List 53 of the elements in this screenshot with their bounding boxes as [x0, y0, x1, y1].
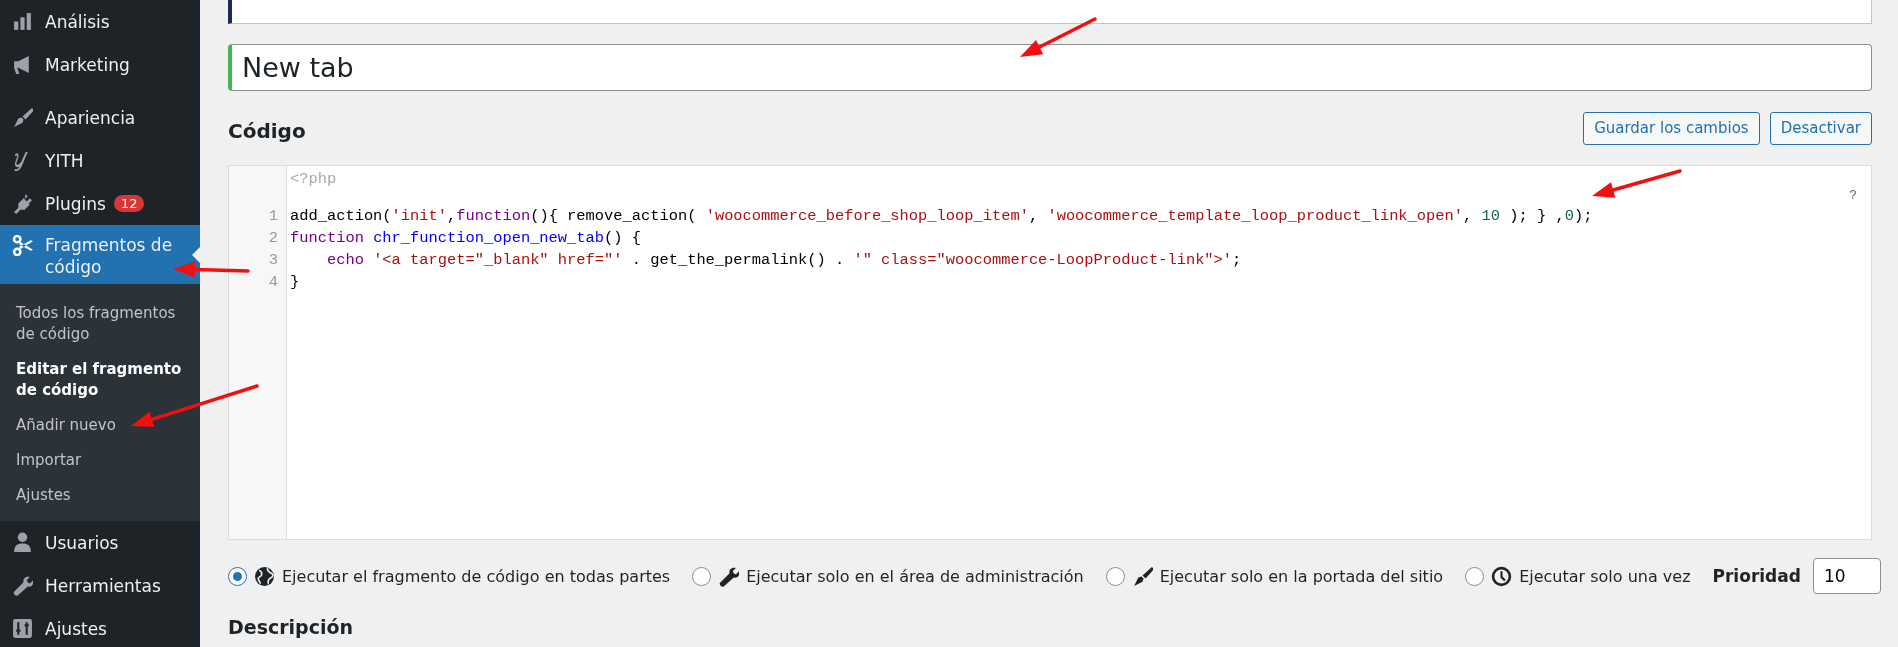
sidebar-item[interactable]: Fragmentos de código	[0, 225, 200, 284]
line-number: 4	[267, 272, 279, 293]
paintbrush-icon	[12, 107, 33, 128]
line-number: 3	[267, 250, 279, 271]
sidebar-item[interactable]: Herramientas	[0, 564, 200, 607]
chart-icon	[12, 11, 33, 32]
sidebar-item[interactable]: Plugins 12	[0, 182, 200, 225]
globe-icon	[254, 565, 275, 587]
radio-button[interactable]	[228, 566, 247, 586]
text-field[interactable]	[228, 0, 1872, 24]
php-open-tag: <?php	[290, 170, 337, 188]
sidebar-item[interactable]: Análisis	[0, 0, 200, 43]
submenu-item[interactable]: Todos los fragmentos de código	[0, 296, 200, 352]
option-label: Ejecutar solo en la portada del sitio	[1159, 566, 1444, 586]
priority-field[interactable]: 10	[1812, 558, 1881, 594]
wrench-icon	[12, 575, 33, 596]
plug-icon	[12, 193, 33, 214]
submenu-item[interactable]: Editar el fragmento de código	[0, 352, 200, 408]
submenu-item[interactable]: Añadir nuevo	[0, 408, 200, 443]
submenu-item[interactable]: Importar	[0, 443, 200, 478]
code-line: add_action('init',function(){ remove_action( 'woocommerce_before_shop_loop_item', 'woocommerce_template_loop_product_link_open', 10 ); } ,0);	[290, 206, 1593, 227]
scissors-icon	[12, 235, 33, 256]
sidebar-item[interactable]: YITH	[0, 139, 200, 182]
section-heading: Código	[228, 119, 307, 143]
help-link[interactable]: ?	[1849, 188, 1857, 203]
option-label: Ejecutar solo en el área de administración	[746, 566, 1084, 586]
section-heading: Descripción	[228, 616, 355, 638]
clock-icon	[1491, 565, 1513, 587]
radio-button[interactable]	[1105, 566, 1125, 586]
sidebar-item[interactable]: Apariencia	[0, 96, 200, 139]
option-label: Ejecutar el fragmento de código en todas partes	[282, 566, 671, 586]
action-button[interactable]: Desactivar	[1769, 111, 1872, 145]
wrench-icon	[718, 565, 740, 587]
priority-label: Prioridad	[1712, 566, 1801, 586]
code-line: echo '<a target="_blank" href="' . get_the_permalink() . '" class="woocommerce-LoopProduct-link">';	[325, 250, 1242, 271]
sidebar-item[interactable]: Ajustes	[0, 607, 200, 647]
radio-button[interactable]	[1465, 566, 1485, 586]
radio-button[interactable]	[692, 566, 712, 586]
line-number: 2	[267, 228, 279, 249]
paintbrush-icon	[1131, 565, 1153, 587]
code-line: function chr_function_open_new_tab() {	[290, 228, 641, 249]
option-label: Ejecutar solo una vez	[1519, 566, 1691, 586]
sidebar-item[interactable]: Usuarios	[0, 521, 200, 564]
code-line: }	[290, 272, 300, 293]
submenu-item[interactable]: Ajustes	[0, 478, 200, 513]
title-field[interactable]: New tab	[228, 44, 1872, 91]
update-count-badge: 12	[113, 195, 145, 212]
line-number: 1	[267, 206, 279, 227]
sliders-icon	[12, 618, 33, 639]
action-button[interactable]: Guardar los cambios	[1583, 111, 1760, 145]
code-editor[interactable]	[228, 165, 1872, 540]
user-icon	[12, 532, 33, 553]
sidebar-item[interactable]: Marketing	[0, 43, 200, 86]
